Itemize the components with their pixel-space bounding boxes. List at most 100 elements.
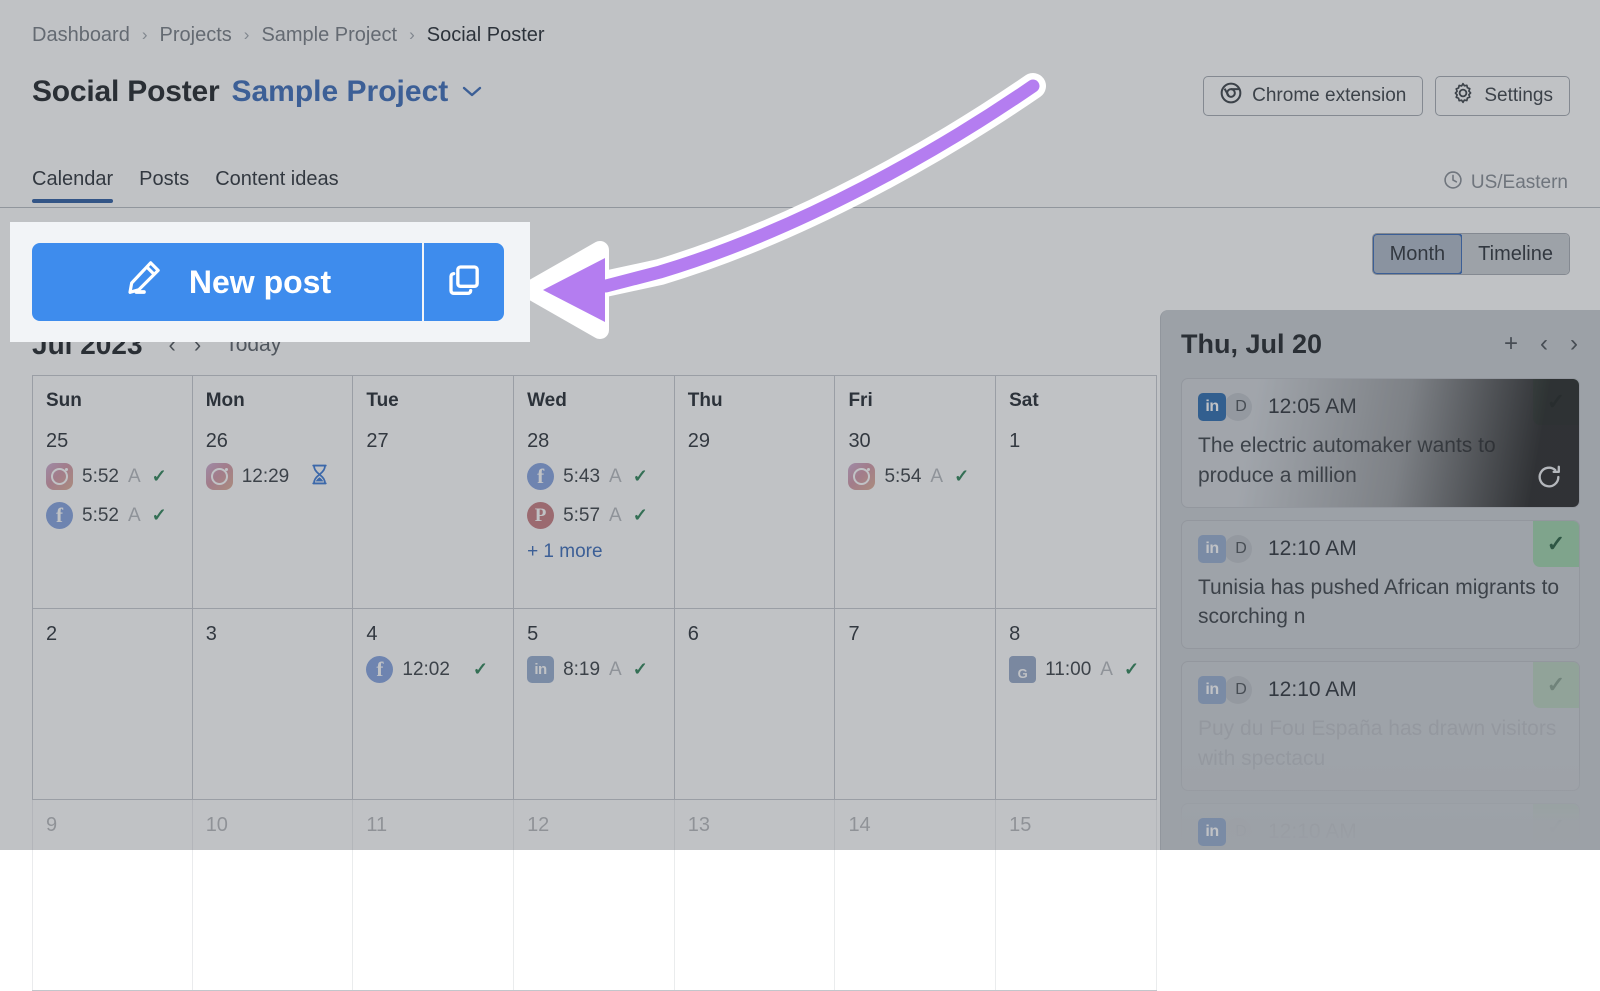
page-header: Social Poster Sample Project <box>32 75 482 109</box>
avatar: D <box>1224 393 1252 421</box>
day-detail-panel: Thu, Jul 20 + ‹ › in D 12:05 AM The elec… <box>1160 310 1600 850</box>
calendar-day-cell[interactable]: 7 <box>835 609 996 799</box>
duplicate-post-button[interactable] <box>424 243 504 321</box>
day-panel-post-list: in D 12:05 AM The electric automaker wan… <box>1161 378 1600 850</box>
calendar-day-cell[interactable]: Thu 29 <box>675 376 836 608</box>
view-toggle-timeline[interactable]: Timeline <box>1462 234 1569 274</box>
calendar-day-cell[interactable]: 11 <box>353 800 514 990</box>
breadcrumb-item-social-poster: Social Poster <box>427 24 545 47</box>
calendar-event[interactable]: 5:52 A ✓ <box>46 463 179 490</box>
calendar-event[interactable]: G 11:00 A ✓ <box>1009 656 1143 683</box>
chrome-extension-label: Chrome extension <box>1252 85 1406 107</box>
event-ampm: A <box>930 466 943 488</box>
event-ampm: A <box>128 505 141 527</box>
settings-button[interactable]: Settings <box>1435 76 1570 116</box>
calendar-day-number: 10 <box>206 814 340 837</box>
instagram-icon <box>46 463 73 490</box>
calendar-day-cell[interactable]: 6 <box>675 609 836 799</box>
event-ampm: A <box>609 466 622 488</box>
event-status-done-icon: ✓ <box>954 466 969 487</box>
calendar-dow-label: Tue <box>366 390 500 412</box>
post-text: Puy du Fou España has drawn visitors wit… <box>1198 714 1563 774</box>
post-card-header: in D 12:10 AM <box>1198 676 1563 704</box>
calendar-day-cell[interactable]: 2 <box>32 609 193 799</box>
calendar-day-number: 11 <box>366 814 500 837</box>
calendar-dow-label: Thu <box>688 390 822 412</box>
calendar-event[interactable]: f 5:52 A ✓ <box>46 502 179 529</box>
breadcrumb-item-projects[interactable]: Projects <box>160 24 232 47</box>
calendar-day-number: 14 <box>848 814 982 837</box>
calendar-day-number: 29 <box>688 430 822 453</box>
calendar-day-cell[interactable]: 12 <box>514 800 675 990</box>
project-selector[interactable]: Sample Project <box>231 75 448 109</box>
post-card[interactable]: in D 12:05 AM The electric automaker wan… <box>1181 378 1580 508</box>
calendar-day-number: 1 <box>1009 430 1143 453</box>
calendar-day-cell[interactable]: 8 G 11:00 A ✓ <box>996 609 1157 799</box>
tab-content-ideas[interactable]: Content ideas <box>215 168 338 203</box>
tab-posts[interactable]: Posts <box>139 168 189 203</box>
calendar-event[interactable]: in 8:19 A ✓ <box>527 656 661 683</box>
post-card[interactable]: in D 12:10 AM Tunisia has pushed African… <box>1181 520 1580 650</box>
day-panel-next-button[interactable]: › <box>1570 330 1578 358</box>
calendar-day-number: 15 <box>1009 814 1143 837</box>
calendar-week-row: 9 10 11 12 13 14 15 <box>32 800 1157 991</box>
calendar-event[interactable]: f 5:43 A ✓ <box>527 463 661 490</box>
calendar-day-number: 6 <box>688 623 822 646</box>
calendar-day-cell[interactable]: Sat 1 <box>996 376 1157 608</box>
add-post-button[interactable]: + <box>1504 330 1518 358</box>
calendar-day-number: 25 <box>46 430 179 453</box>
calendar-more-events-link[interactable]: + 1 more <box>527 541 661 563</box>
calendar-day-number: 7 <box>848 623 982 646</box>
calendar-day-cell[interactable]: 5 in 8:19 A ✓ <box>514 609 675 799</box>
calendar-day-cell[interactable]: 9 <box>32 800 193 990</box>
calendar-dow-label: Sat <box>1009 390 1143 412</box>
breadcrumb-item-dashboard[interactable]: Dashboard <box>32 24 130 47</box>
chevron-down-icon[interactable] <box>462 83 482 103</box>
new-post-button-group: New post <box>32 243 504 321</box>
pinterest-icon: P <box>527 502 554 529</box>
event-status-done-icon: ✓ <box>633 505 648 526</box>
calendar-day-cell[interactable]: 13 <box>675 800 836 990</box>
event-time: 11:00 <box>1045 659 1091 681</box>
event-time: 5:52 <box>82 505 119 527</box>
breadcrumb-item-sample-project[interactable]: Sample Project <box>261 24 397 47</box>
chrome-icon <box>1220 82 1242 110</box>
event-time: 12:29 <box>242 466 290 488</box>
calendar-day-number: 8 <box>1009 623 1143 646</box>
event-time: 5:52 <box>82 466 119 488</box>
calendar-day-cell[interactable]: 4 f 12:02 ✓ <box>353 609 514 799</box>
calendar-day-cell[interactable]: Fri 30 5:54 A ✓ <box>835 376 996 608</box>
refresh-icon[interactable] <box>1535 463 1563 495</box>
post-status-done-icon: ✓ <box>1533 379 1579 425</box>
post-card[interactable]: in D 12:10 AM ✓ <box>1181 803 1580 850</box>
calendar-day-number: 30 <box>848 430 982 453</box>
event-time: 5:57 <box>563 505 600 527</box>
tab-calendar[interactable]: Calendar <box>32 168 113 203</box>
calendar-day-number: 27 <box>366 430 500 453</box>
calendar-day-cell[interactable]: 14 <box>835 800 996 990</box>
new-post-button[interactable]: New post <box>32 243 422 321</box>
event-status-done-icon: ✓ <box>152 466 167 487</box>
calendar-day-cell[interactable]: 15 <box>996 800 1157 990</box>
calendar-day-cell[interactable]: Mon 26 12:29 <box>193 376 354 608</box>
calendar-event[interactable]: f 12:02 ✓ <box>366 656 500 683</box>
post-text: Tunisia has pushed African migrants to s… <box>1198 573 1563 633</box>
timezone-label: US/Eastern <box>1471 172 1568 194</box>
calendar-day-cell[interactable]: Tue 27 <box>353 376 514 608</box>
calendar-event[interactable]: P 5:57 A ✓ <box>527 502 661 529</box>
calendar-dow-label: Mon <box>206 390 340 412</box>
post-status-done-icon: ✓ <box>1533 521 1579 567</box>
day-panel-prev-button[interactable]: ‹ <box>1540 330 1548 358</box>
calendar-event[interactable]: 12:29 <box>206 463 340 490</box>
post-time: 12:05 AM <box>1268 395 1357 419</box>
calendar-event[interactable]: 5:54 A ✓ <box>848 463 982 490</box>
event-status-done-icon: ✓ <box>473 659 488 680</box>
calendar-day-cell[interactable]: Wed 28 f 5:43 A ✓ P 5:57 A ✓ + 1 more <box>514 376 675 608</box>
calendar-day-cell[interactable]: 10 <box>193 800 354 990</box>
calendar-day-cell[interactable]: 3 <box>193 609 354 799</box>
chrome-extension-button[interactable]: Chrome extension <box>1203 76 1423 116</box>
post-card[interactable]: in D 12:10 AM Puy du Fou España has draw… <box>1181 661 1580 791</box>
calendar-day-cell[interactable]: Sun 25 5:52 A ✓ f 5:52 A ✓ <box>32 376 193 608</box>
view-toggle-month[interactable]: Month <box>1372 233 1464 275</box>
event-time: 5:54 <box>884 466 921 488</box>
